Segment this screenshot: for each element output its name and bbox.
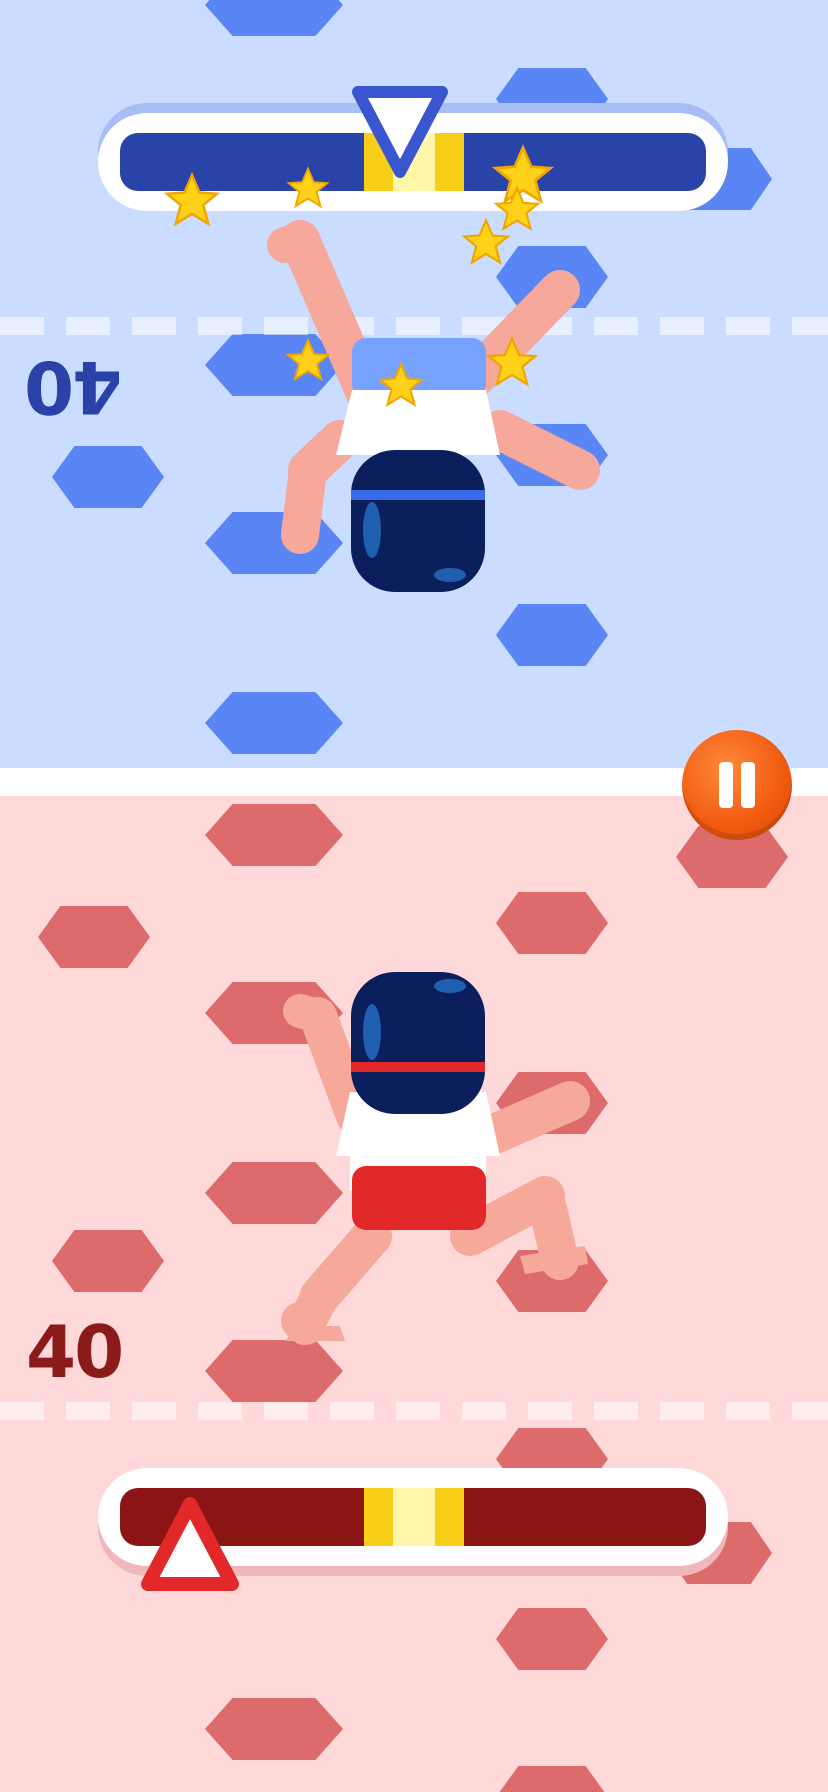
star-icon <box>163 171 221 227</box>
pause-button[interactable] <box>682 730 792 840</box>
triangle-down-icon <box>352 86 448 178</box>
bottom-player-climber <box>281 972 590 1345</box>
triangle-up-icon <box>141 1497 239 1591</box>
bottom-player-area[interactable]: 40 <box>0 796 828 1792</box>
star-icon <box>485 335 539 387</box>
star-icon <box>285 337 331 382</box>
top-player-area[interactable]: 40 <box>0 0 828 768</box>
star-icon <box>461 217 511 265</box>
star-icon <box>286 166 330 209</box>
target-zone-center <box>393 1488 435 1546</box>
bottom-player-score: 40 <box>26 1310 124 1394</box>
star-icon <box>377 361 425 408</box>
